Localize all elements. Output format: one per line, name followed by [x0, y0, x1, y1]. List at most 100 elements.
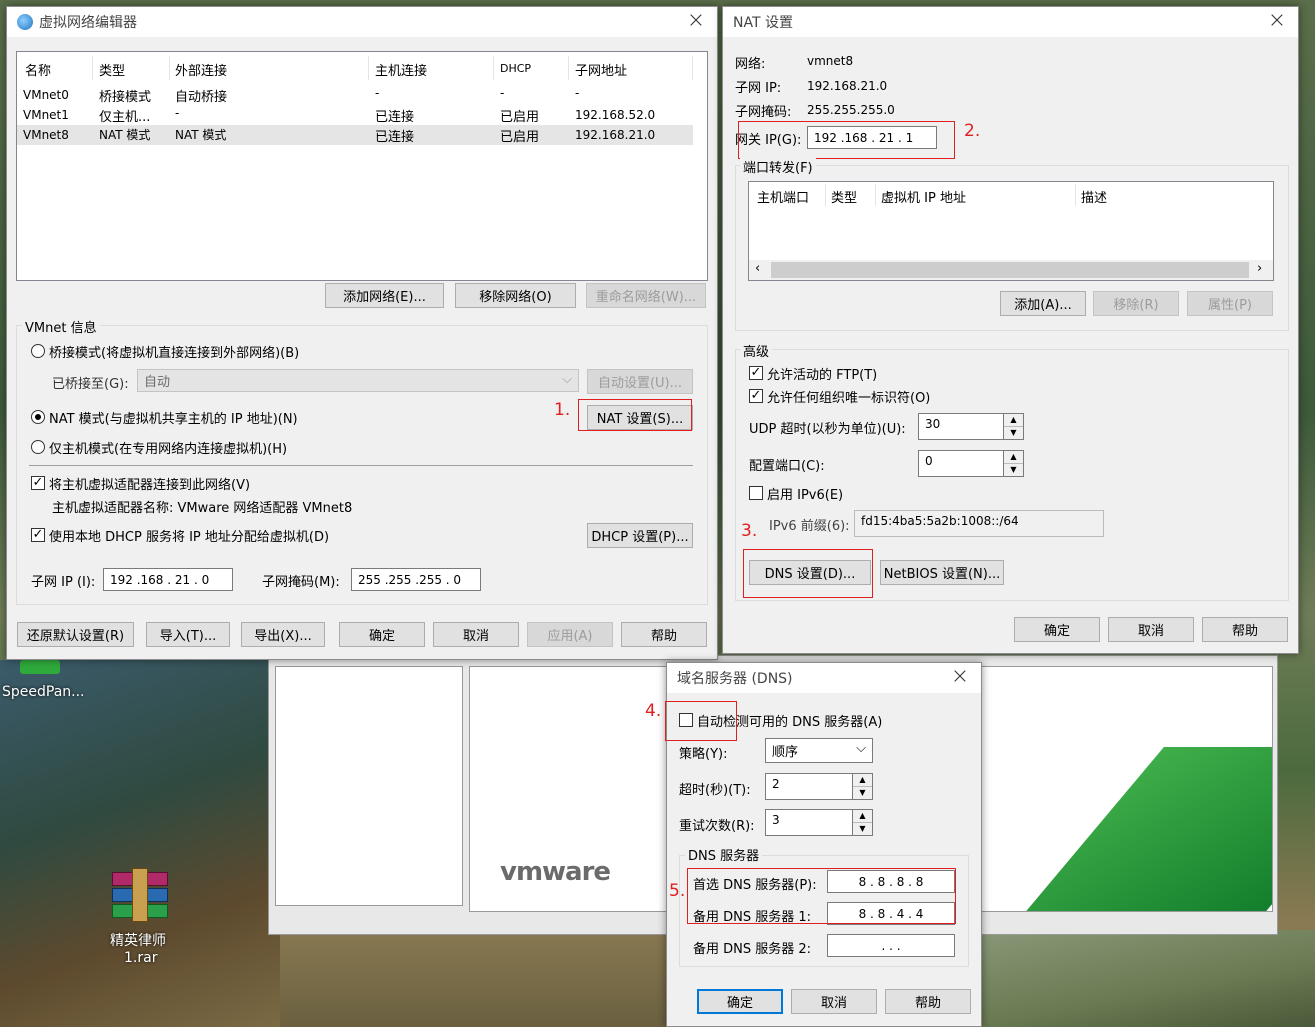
nat-mode-radio[interactable]: [31, 410, 45, 424]
export-button[interactable]: 导出(X)...: [241, 622, 325, 647]
col-header-host[interactable]: 主机连接: [375, 60, 427, 79]
udp-timeout-spinner[interactable]: ▲ ▼: [1004, 413, 1024, 440]
nat-cancel-button[interactable]: 取消: [1108, 617, 1194, 642]
spin-up-icon[interactable]: ▲: [1004, 451, 1023, 464]
col-divider: [825, 184, 826, 206]
help-button[interactable]: 帮助: [621, 622, 707, 647]
cancel-button[interactable]: 取消: [433, 622, 519, 647]
bridged-to-select[interactable]: 自动 ⌵: [137, 369, 579, 392]
connect-adapter-label[interactable]: 将主机虚拟适配器连接到此网络(V): [49, 474, 250, 493]
annotation-step-4: 4.: [645, 701, 662, 721]
subnet-mask-input[interactable]: 255 .255 .255 . 0: [351, 568, 481, 591]
use-dhcp-label[interactable]: 使用本地 DHCP 服务将 IP 地址分配给虚拟机(D): [49, 526, 329, 545]
nat-mode-label[interactable]: NAT 模式(与虚拟机共享主机的 IP 地址)(N): [49, 408, 298, 427]
policy-select[interactable]: 顺序 ⌵: [765, 738, 873, 763]
port-forward-list[interactable]: 主机端口 类型 虚拟机 IP 地址 描述 ‹ ›: [748, 181, 1274, 281]
cell-type: NAT 模式: [99, 128, 151, 142]
spin-down-icon[interactable]: ▼: [1004, 464, 1023, 477]
enable-ipv6-checkbox[interactable]: [749, 486, 763, 500]
annotation-step-2: 2.: [964, 121, 981, 141]
ipv6-prefix-input[interactable]: fd15:4ba5:5a2b:1008::/64: [854, 510, 1104, 537]
udp-timeout-input[interactable]: 30: [918, 413, 1004, 440]
config-port-input[interactable]: 0: [918, 450, 1004, 477]
dns-cancel-button[interactable]: 取消: [791, 989, 877, 1014]
pf-add-button[interactable]: 添加(A)...: [1000, 291, 1086, 316]
close-icon[interactable]: ×: [1266, 10, 1288, 32]
retries-input[interactable]: 3: [765, 809, 853, 836]
col-header-name[interactable]: 名称: [25, 60, 51, 79]
subnet-ip-input[interactable]: 192 .168 . 21 . 0: [103, 568, 233, 591]
annotation-step-1: 1.: [554, 400, 571, 420]
allow-ftp-checkbox[interactable]: ✓: [749, 366, 763, 380]
cell-dhcp: 已启用: [500, 130, 540, 145]
allow-ftp-label[interactable]: 允许活动的 FTP(T): [767, 364, 877, 383]
speedpan-shortcut[interactable]: SpeedPan...: [0, 660, 100, 710]
col-divider: [92, 56, 93, 80]
dns-settings-window: 域名服务器 (DNS) × 4. 自动检测可用的 DNS 服务器(A) 策略(Y…: [645, 662, 982, 1027]
nat-help-button[interactable]: 帮助: [1202, 617, 1288, 642]
remove-network-button[interactable]: 移除网络(O): [455, 283, 576, 308]
dns-ok-button[interactable]: 确定: [697, 989, 783, 1014]
separator: [29, 465, 693, 466]
close-icon[interactable]: ×: [949, 666, 971, 688]
allow-uid-checkbox[interactable]: ✓: [749, 389, 763, 403]
pf-col-type[interactable]: 类型: [831, 187, 857, 206]
col-header-external[interactable]: 外部连接: [175, 60, 227, 79]
config-port-spinner[interactable]: ▲ ▼: [1004, 450, 1024, 477]
pf-col-vm-ip[interactable]: 虚拟机 IP 地址: [881, 187, 966, 206]
spin-up-icon[interactable]: ▲: [853, 774, 872, 787]
spin-up-icon[interactable]: ▲: [1004, 414, 1023, 427]
dns-help-button[interactable]: 帮助: [885, 989, 971, 1014]
spin-down-icon[interactable]: ▼: [853, 823, 872, 836]
auto-settings-button[interactable]: 自动设置(U)...: [587, 369, 693, 394]
vne-title-bar: 虚拟网络编辑器 ×: [7, 7, 717, 37]
cell-subnet: -: [575, 86, 580, 100]
cell-name: VMnet0: [23, 88, 69, 102]
timeout-spinner[interactable]: ▲ ▼: [853, 773, 873, 800]
rar-file-shortcut[interactable]: 精英律师 1.rar: [96, 866, 186, 976]
host-only-label[interactable]: 仅主机模式(在专用网络内连接虚拟机)(H): [49, 438, 287, 457]
chevron-left-icon[interactable]: ‹: [755, 261, 760, 276]
pf-properties-button[interactable]: 属性(P): [1187, 291, 1273, 316]
pf-col-desc[interactable]: 描述: [1081, 187, 1107, 206]
col-header-dhcp[interactable]: DHCP: [500, 62, 531, 75]
use-dhcp-checkbox[interactable]: ✓: [31, 528, 45, 542]
add-network-button[interactable]: 添加网络(E)...: [325, 283, 444, 308]
connect-adapter-checkbox[interactable]: ✓: [31, 476, 45, 490]
table-row[interactable]: VMnet1 仅主机... - 已连接 已启用 192.168.52.0: [17, 105, 693, 125]
bridge-mode-label[interactable]: 桥接模式(将虚拟机直接连接到外部网络)(B): [49, 342, 299, 361]
chevron-down-icon: ⌵: [856, 741, 866, 756]
spin-up-icon[interactable]: ▲: [853, 810, 872, 823]
apply-button[interactable]: 应用(A): [527, 622, 613, 647]
pf-col-host-port[interactable]: 主机端口: [757, 187, 809, 206]
table-row-selected[interactable]: VMnet8 NAT 模式 NAT 模式 已连接 已启用 192.168.21.…: [17, 125, 693, 145]
spin-down-icon[interactable]: ▼: [853, 787, 872, 800]
bridged-to-value: 自动: [144, 375, 171, 390]
col-header-subnet[interactable]: 子网地址: [575, 60, 627, 79]
enable-ipv6-label[interactable]: 启用 IPv6(E): [767, 484, 843, 503]
import-button[interactable]: 导入(T)...: [146, 622, 230, 647]
horizontal-scrollbar[interactable]: ‹ ›: [749, 260, 1273, 280]
host-only-radio[interactable]: [31, 440, 45, 454]
allow-uid-label[interactable]: 允许任何组织唯一标识符(O): [767, 387, 930, 406]
bridge-mode-radio[interactable]: [31, 344, 45, 358]
network-globe-icon: [17, 14, 33, 30]
close-icon[interactable]: ×: [685, 10, 707, 32]
restore-defaults-button[interactable]: 还原默认设置(R): [17, 622, 134, 647]
network-list[interactable]: 名称 类型 外部连接 主机连接 DHCP 子网地址 VMnet0 桥接模式 自动…: [16, 51, 708, 281]
timeout-input[interactable]: 2: [765, 773, 853, 800]
spin-down-icon[interactable]: ▼: [1004, 427, 1023, 440]
alternate-dns-2-input[interactable]: . . .: [827, 934, 955, 957]
rename-network-button[interactable]: 重命名网络(W)...: [586, 283, 706, 308]
udp-timeout-label: UDP 超时(以秒为单位)(U):: [749, 422, 906, 437]
dhcp-settings-button[interactable]: DHCP 设置(P)...: [587, 523, 693, 548]
ok-button[interactable]: 确定: [339, 622, 425, 647]
table-row[interactable]: VMnet0 桥接模式 自动桥接 - - -: [17, 85, 693, 105]
netbios-settings-button[interactable]: NetBIOS 设置(N)...: [880, 560, 1004, 585]
scrollbar-thumb[interactable]: [771, 262, 1249, 278]
col-header-type[interactable]: 类型: [99, 60, 125, 79]
chevron-right-icon[interactable]: ›: [1257, 261, 1262, 276]
pf-remove-button[interactable]: 移除(R): [1093, 291, 1179, 316]
nat-ok-button[interactable]: 确定: [1014, 617, 1100, 642]
retries-spinner[interactable]: ▲ ▼: [853, 809, 873, 836]
